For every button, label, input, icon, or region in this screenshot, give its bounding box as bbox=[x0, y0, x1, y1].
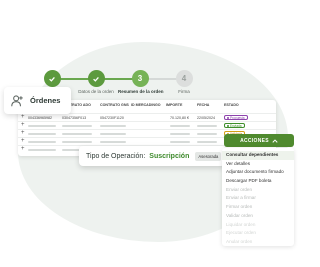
menu-item-ver-detalles[interactable]: Ver detalles bbox=[222, 160, 294, 169]
column-header: FECHA bbox=[197, 103, 210, 107]
tipo-operacion-value: Suscripción bbox=[149, 152, 190, 160]
cell-id: 004336965982 bbox=[28, 115, 52, 120]
expand-icon[interactable]: + bbox=[21, 122, 25, 128]
menu-item-enviar-orden[interactable]: Enviar orden bbox=[222, 186, 294, 195]
step-label: Datos de la orden bbox=[78, 89, 114, 94]
column-header: ESTADO bbox=[224, 103, 239, 107]
step-resumen[interactable]: 3 Resumen de la orden bbox=[118, 70, 164, 94]
acciones-button[interactable]: ACCIONES bbox=[224, 134, 294, 147]
asesorada-tag[interactable]: Asesorada bbox=[195, 151, 222, 161]
expand-icon[interactable]: + bbox=[21, 138, 25, 144]
column-header: CONTRATO GNS bbox=[100, 103, 129, 107]
expand-icon[interactable]: + bbox=[21, 146, 25, 152]
step-label: Firma bbox=[178, 89, 190, 94]
cell-contrato-ado: 03047356F013 bbox=[62, 115, 87, 120]
menu-item-validar-orden[interactable]: Validar orden bbox=[222, 212, 294, 221]
cell-importe: 70.120,80 € bbox=[170, 115, 189, 120]
cell-contrato-gns: 0547230F1120 bbox=[100, 115, 124, 120]
status-badge: Propuesta bbox=[224, 115, 248, 120]
expand-icon[interactable]: + bbox=[21, 114, 25, 120]
column-header: IMPORTE bbox=[166, 103, 183, 107]
tipo-operacion-label: Tipo de Operación: bbox=[86, 152, 146, 160]
table-row[interactable]: + Enviada bbox=[18, 121, 276, 128]
column-header: ID MERCADINGO bbox=[131, 103, 161, 107]
ordenes-card[interactable]: Órdenes bbox=[4, 87, 71, 114]
table-row[interactable]: + 004336965982 03047356F013 0547230F1120… bbox=[18, 113, 276, 120]
check-icon bbox=[87, 70, 105, 87]
menu-item-enviar-firmar[interactable]: Enviar a firmar bbox=[222, 194, 294, 203]
acciones-label: ACCIONES bbox=[240, 137, 269, 144]
menu-item-liquidar-orden[interactable]: Liquidar orden bbox=[222, 221, 294, 230]
step-number: 4 bbox=[175, 70, 193, 87]
menu-item-ejecutar-orden[interactable]: Ejecutar orden bbox=[222, 229, 294, 238]
user-add-icon bbox=[11, 94, 23, 106]
acciones-menu: Consultar dependientes Ver detalles Adju… bbox=[222, 148, 294, 246]
tipo-operacion-card: Tipo de Operación: Suscripción Asesorada bbox=[79, 146, 225, 166]
cell-fecha: 22/05/2024 bbox=[197, 115, 215, 120]
menu-item-anular-orden[interactable]: Anular orden bbox=[222, 238, 294, 247]
status-badge: Enviada bbox=[224, 123, 245, 128]
menu-item-descargar-pdf[interactable]: Descargar PDF boleta bbox=[222, 177, 294, 186]
ordenes-title: Órdenes bbox=[30, 96, 61, 105]
menu-item-consultar-dependientes[interactable]: Consultar dependientes bbox=[222, 151, 294, 160]
check-icon bbox=[43, 70, 61, 87]
step-number: 3 bbox=[131, 70, 149, 87]
chevron-up-icon bbox=[272, 138, 278, 143]
step-firma[interactable]: 4 Firma bbox=[162, 70, 206, 94]
menu-item-firmar-orden[interactable]: Firmar orden bbox=[222, 203, 294, 212]
menu-item-adjuntar-documento[interactable]: Adjuntar documento firmado bbox=[222, 168, 294, 177]
step-datos[interactable]: Datos de la orden bbox=[74, 70, 118, 94]
step-label: Resumen de la orden bbox=[118, 89, 164, 94]
expand-icon[interactable]: + bbox=[21, 130, 25, 136]
